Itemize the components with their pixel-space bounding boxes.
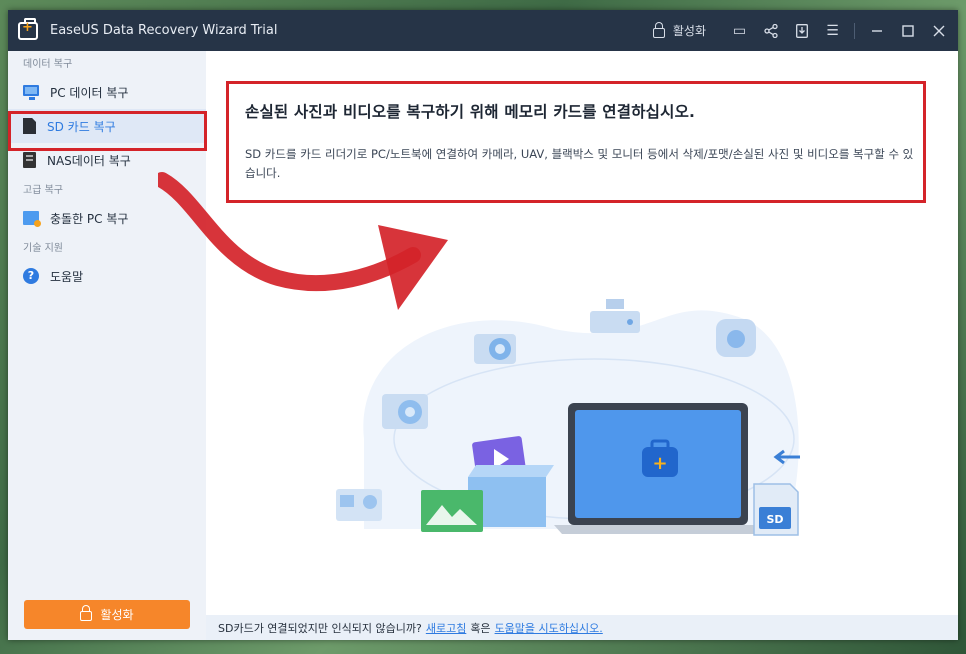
activate-top-button[interactable]: 활성화	[652, 21, 706, 39]
camera-icon	[474, 334, 516, 364]
app-logo-icon	[18, 17, 38, 40]
monitor-icon	[23, 85, 39, 100]
footer-status-bar: SD카드가 연결되었지만 인식되지 않습니까? 새로고침 혹은 도움말을 시도하…	[206, 615, 958, 640]
menu-icon[interactable]: ☰	[817, 10, 848, 51]
download-icon[interactable]	[786, 10, 817, 51]
camera-icon	[382, 394, 428, 429]
sidebar-item-pc-recovery[interactable]: PC 데이터 복구	[8, 75, 206, 109]
sidebar-item-label: PC 데이터 복구	[50, 85, 129, 100]
page-title: 손실된 사진과 비디오를 복구하기 위해 메모리 카드를 연결하십시오.	[245, 103, 696, 121]
crashed-pc-icon	[23, 211, 41, 227]
dashcam-icon	[590, 299, 640, 333]
action-camera-icon	[336, 489, 382, 521]
refresh-link[interactable]: 새로고침	[426, 620, 466, 636]
footer-prefix: SD카드가 연결되었지만 인식되지 않습니까?	[218, 621, 422, 635]
close-icon[interactable]	[923, 10, 954, 51]
main-panel: 손실된 사진과 비디오를 복구하기 위해 메모리 카드를 연결하십시오. SD …	[206, 51, 958, 640]
lock-icon	[652, 21, 665, 38]
activate-button[interactable]: 활성화	[24, 600, 190, 629]
sidebar-item-label: 충돌한 PC 복구	[50, 211, 129, 226]
sd-recovery-illustration: + SD	[336, 299, 800, 536]
help-link[interactable]: 도움말을 시도하십시오.	[495, 620, 603, 636]
sidebar-item-label: NAS데이터 복구	[47, 153, 131, 168]
maximize-icon[interactable]	[892, 10, 923, 51]
sd-item-annotation-box	[8, 111, 207, 151]
activate-top-label: 활성화	[672, 24, 706, 38]
title-separator	[854, 22, 855, 39]
feedback-icon[interactable]: ▭	[724, 10, 755, 51]
nas-icon	[23, 152, 36, 168]
sd-card-icon: SD	[753, 483, 799, 536]
title-bar: EaseUS Data Recovery Wizard Trial 활성화 ▭ …	[8, 10, 958, 51]
sidebar-item-label: 도움말	[50, 269, 84, 284]
lock-icon	[80, 605, 93, 621]
footer-middle: 혹은	[470, 621, 491, 635]
help-icon: ?	[23, 268, 39, 284]
activate-button-label: 활성화	[100, 608, 134, 622]
annotation-arrow-icon	[158, 172, 448, 310]
section-data-recovery: 데이터 복구	[23, 59, 73, 70]
svg-text:+: +	[652, 453, 667, 474]
minimize-icon[interactable]	[861, 10, 892, 51]
app-title: EaseUS Data Recovery Wizard Trial	[50, 23, 278, 38]
app-window: EaseUS Data Recovery Wizard Trial 활성화 ▭ …	[8, 10, 958, 640]
drone-camera-icon	[716, 319, 756, 357]
sd-label: SD	[766, 513, 783, 526]
share-icon[interactable]	[755, 10, 786, 51]
